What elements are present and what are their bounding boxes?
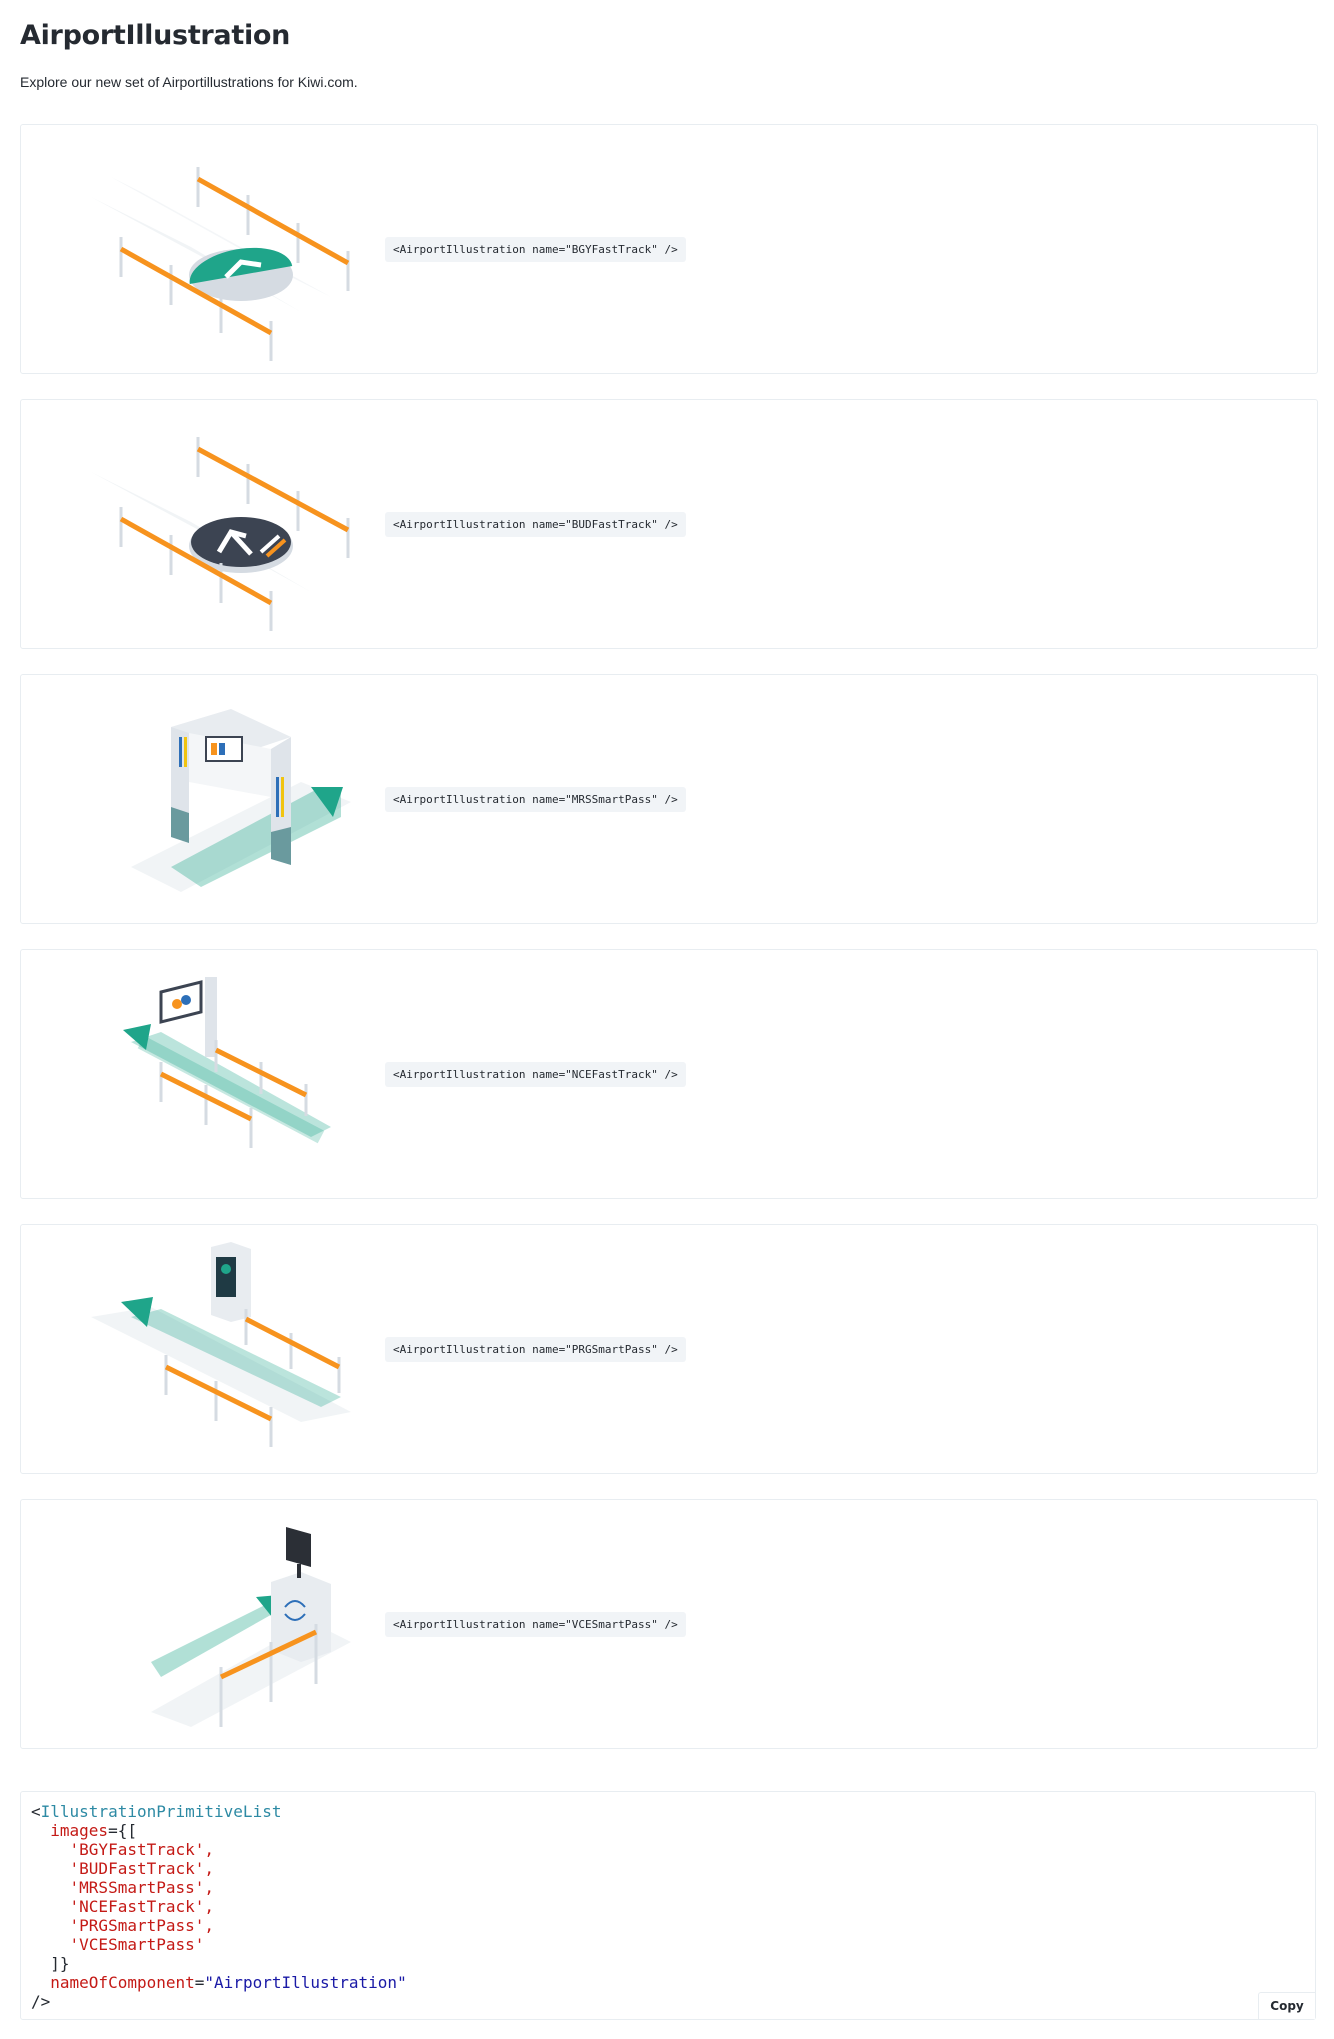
code-close-tag: />: [31, 1992, 51, 2011]
code-example: <IllustrationPrimitiveList images={[ 'BG…: [31, 1802, 407, 2011]
code-image-item: 'VCESmartPass': [69, 1935, 205, 1954]
prg-smart-pass-illustration: [91, 1242, 351, 1447]
illustration-card-bud: <AirportIllustration name="BUDFastTrack"…: [20, 399, 1318, 649]
code-name-value: "AirportIllustration": [204, 1973, 407, 1992]
code-component-name: IllustrationPrimitiveList: [40, 1802, 282, 1821]
mrs-smart-pass-illustration: [131, 709, 351, 892]
illustration-card-nce: <AirportIllustration name="NCEFastTrack"…: [20, 949, 1318, 1199]
code-image-item: 'BGYFastTrack',: [69, 1840, 215, 1859]
nce-fast-track-illustration: [123, 977, 331, 1148]
component-code-snippet: <AirportIllustration name="VCESmartPass"…: [385, 1612, 686, 1637]
code-name-attr: nameOfComponent: [50, 1973, 195, 1992]
component-code-snippet: <AirportIllustration name="MRSSmartPass"…: [385, 787, 686, 812]
code-example-block: <IllustrationPrimitiveList images={[ 'BG…: [20, 1791, 1316, 2020]
illustration-card-bgy: <AirportIllustration name="BGYFastTrack"…: [20, 124, 1318, 374]
code-image-item: 'MRSSmartPass',: [69, 1878, 215, 1897]
code-image-item: 'BUDFastTrack',: [69, 1859, 215, 1878]
illustration-card-vce: <AirportIllustration name="VCESmartPass"…: [20, 1499, 1318, 1749]
component-code-snippet: <AirportIllustration name="NCEFastTrack"…: [385, 1062, 686, 1087]
code-images-close: ]}: [50, 1954, 70, 1973]
code-images-open: ={[: [108, 1821, 137, 1840]
vce-smart-pass-illustration: [151, 1527, 351, 1727]
illustration-card-prg: <AirportIllustration name="PRGSmartPass"…: [20, 1224, 1318, 1474]
code-image-item: 'PRGSmartPass',: [69, 1916, 215, 1935]
code-image-item: 'NCEFastTrack',: [69, 1897, 215, 1916]
bgy-fast-track-illustration: [91, 167, 350, 361]
page-subtitle: Explore our new set of Airportillustrati…: [20, 74, 358, 90]
copy-button[interactable]: Copy: [1258, 1992, 1315, 2019]
page-title: AirportIllustration: [20, 20, 291, 51]
component-code-snippet: <AirportIllustration name="PRGSmartPass"…: [385, 1337, 686, 1362]
code-name-eq: =: [194, 1973, 205, 1992]
illustration-card-mrs: <AirportIllustration name="MRSSmartPass"…: [20, 674, 1318, 924]
component-code-snippet: <AirportIllustration name="BUDFastTrack"…: [385, 512, 686, 537]
code-open-bracket: <: [31, 1802, 41, 1821]
code-images-attr: images: [50, 1821, 109, 1840]
bud-fast-track-illustration: [91, 437, 350, 631]
component-code-snippet: <AirportIllustration name="BGYFastTrack"…: [385, 237, 686, 262]
